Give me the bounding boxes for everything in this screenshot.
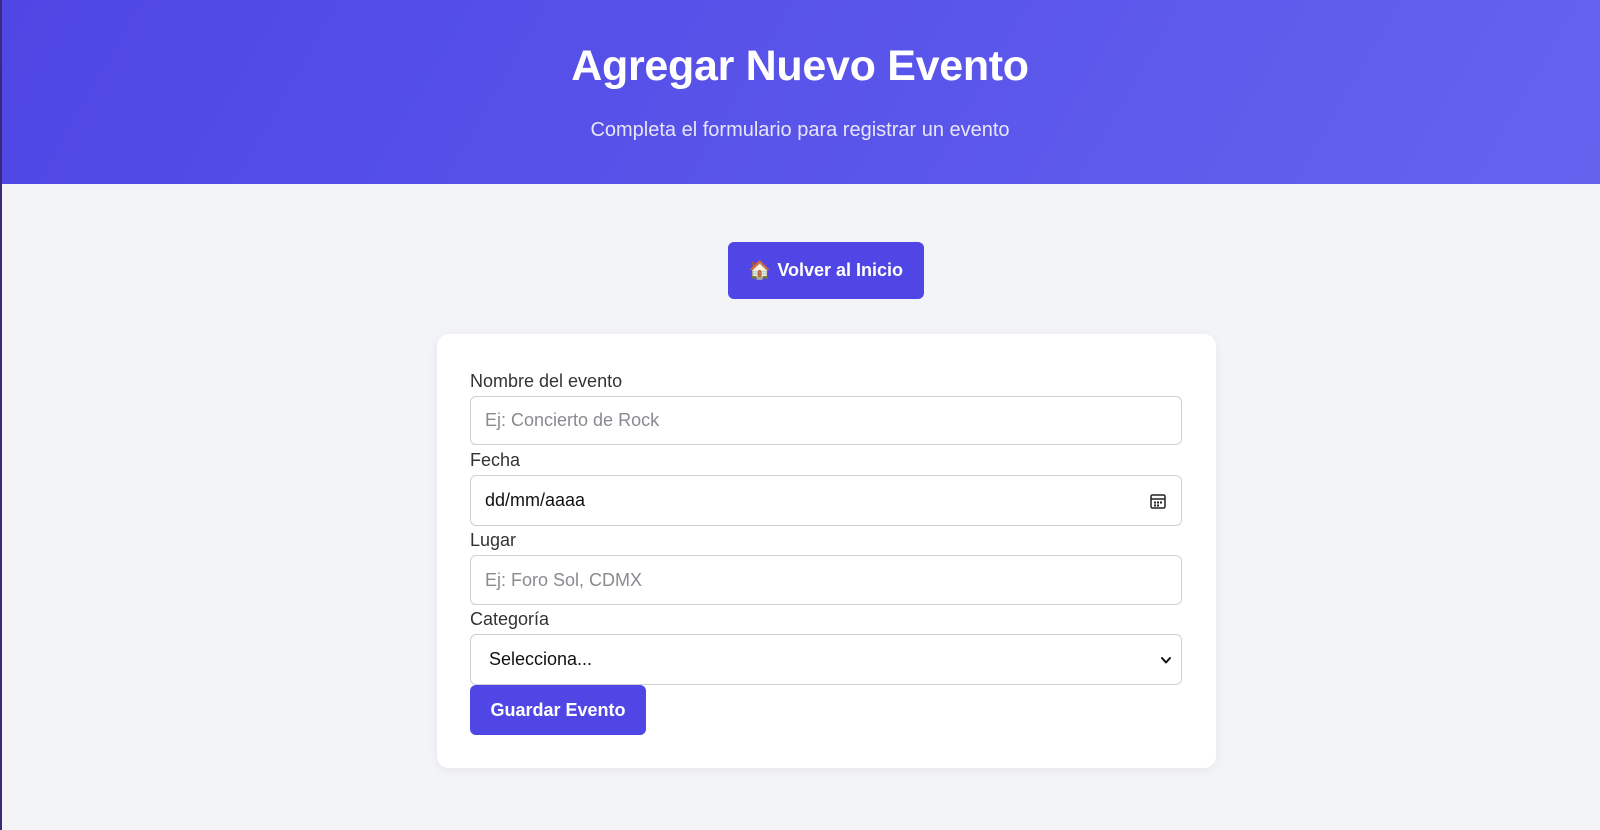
- event-name-label: Nombre del evento: [470, 371, 623, 391]
- window-edge: [0, 0, 2, 830]
- page-header: Agregar Nuevo Evento Completa el formula…: [0, 0, 1600, 184]
- house-icon: 🏠: [748, 259, 772, 281]
- category-select[interactable]: Selecciona...: [470, 634, 1182, 685]
- back-home-label: Volver al Inicio: [777, 260, 904, 280]
- date-input-value: dd/mm/aaaa: [485, 490, 586, 510]
- page-subtitle: Completa el formulario para registrar un…: [590, 119, 1010, 141]
- event-name-input[interactable]: [470, 396, 1182, 445]
- page-title: Agregar Nuevo Evento: [571, 42, 1029, 90]
- date-label: Fecha: [470, 450, 521, 470]
- category-select-value: Selecciona...: [489, 649, 593, 669]
- place-label: Lugar: [470, 530, 517, 550]
- event-form: Nombre del evento Fecha dd/mm/aaaa Lugar…: [437, 334, 1216, 768]
- category-label: Categoría: [470, 609, 550, 629]
- calendar-icon[interactable]: [1149, 492, 1167, 510]
- back-home-button[interactable]: 🏠 Volver al Inicio: [728, 242, 924, 299]
- chevron-down-icon: [1161, 656, 1171, 663]
- place-input[interactable]: [470, 555, 1182, 605]
- save-event-button[interactable]: Guardar Evento: [470, 685, 646, 735]
- date-input[interactable]: dd/mm/aaaa: [470, 475, 1182, 526]
